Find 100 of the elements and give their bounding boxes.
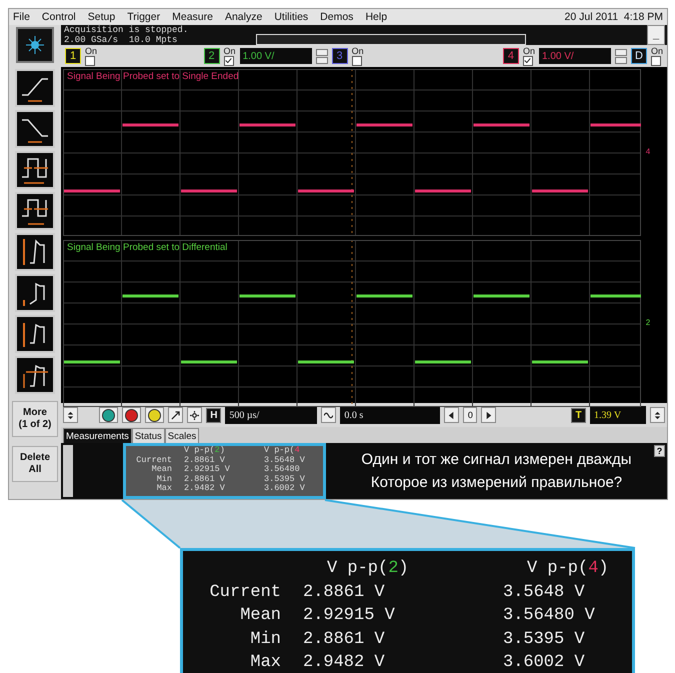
table-cell-text: 2.8861 V (302, 582, 386, 604)
table-cell-text: 3.56480 (263, 465, 301, 475)
trigger-level-field[interactable]: 1.39 V (590, 406, 646, 424)
measurement-button[interactable] (15, 69, 55, 107)
delay-field[interactable]: 0.0 s (340, 406, 440, 424)
help-button[interactable]: ? (654, 445, 665, 457)
wave-icon (324, 410, 334, 420)
scrollbar[interactable] (63, 445, 73, 497)
on-label: On (85, 46, 98, 56)
menu-item[interactable]: Control (42, 11, 76, 23)
check-icon (524, 57, 532, 64)
trigger-button[interactable]: T (571, 408, 586, 422)
on-label: On (650, 46, 663, 56)
on-checkbox[interactable] (85, 56, 95, 66)
left-arrow-icon (447, 410, 456, 420)
table-cell-text: 3.5395 V (502, 628, 586, 650)
zoom-button[interactable] (168, 407, 184, 423)
check-icon (225, 57, 232, 64)
channel-button[interactable]: 1 (65, 48, 81, 64)
coupling-button[interactable] (614, 56, 627, 64)
right-arrow-icon (484, 410, 494, 420)
on-checkbox[interactable] (224, 56, 234, 66)
menu-item[interactable]: Measure (172, 11, 213, 23)
menu-item[interactable]: Trigger (127, 11, 160, 23)
measurement-button[interactable] (15, 233, 55, 271)
diagonal-arrow-icon (171, 410, 180, 420)
wave-button[interactable] (321, 407, 336, 423)
menu-item[interactable]: File (13, 11, 30, 23)
row-label: Mean (150, 465, 172, 474)
up-down-arrows-icon (66, 410, 75, 420)
logo-icon[interactable] (16, 27, 54, 63)
column-header: V p-p(4 (263, 446, 301, 456)
question-text: Которое из измерений правильное? (370, 474, 622, 491)
color-button[interactable] (122, 407, 142, 423)
on-checkbox[interactable] (522, 56, 533, 66)
table-cell-text: 2.9482 V (302, 652, 386, 673)
coupling-button[interactable] (614, 48, 627, 56)
menu-item[interactable]: Utilities (274, 11, 308, 23)
table-cell-text: 2.9482 V (183, 484, 226, 494)
table-cell-text: 2.92915 V (302, 605, 396, 627)
row-label: Current (208, 582, 281, 604)
measurement-button[interactable] (15, 315, 55, 353)
row-label: Max (249, 652, 281, 673)
menu-item[interactable]: Analyze (224, 11, 262, 23)
coupling-button[interactable] (316, 56, 328, 64)
table-cell-text: 2.8861 V (302, 628, 386, 650)
row-label: Current (135, 456, 172, 465)
timebase-field[interactable]: 500 µs/ (225, 406, 318, 424)
row-label: Mean (239, 605, 281, 627)
channel-button[interactable]: 3 (332, 48, 348, 64)
table-cell-text: 3.5648 V (263, 456, 306, 465)
delete-all-button[interactable]: Delete All (12, 446, 58, 482)
channel-button[interactable]: D (630, 48, 647, 64)
table-cell-text: 3.6002 V (502, 652, 586, 673)
measurement-button[interactable] (15, 356, 55, 394)
measurement-button[interactable] (15, 110, 55, 148)
previous-button[interactable] (444, 407, 460, 423)
on-checkbox[interactable] (650, 56, 661, 66)
coupling-button[interactable] (316, 48, 328, 56)
channel-button[interactable]: 2 (204, 48, 220, 64)
column-header: V p-p(2) (326, 558, 410, 580)
tab[interactable]: Measurements (63, 428, 132, 443)
scale-field[interactable]: 1.00 V/ (538, 48, 611, 64)
next-button[interactable] (481, 407, 496, 423)
column-header: V p-p(2) (183, 446, 226, 456)
row-label: Min (156, 474, 172, 484)
table-cell-text: 3.56480 V (502, 605, 596, 627)
table-cell-text: 3.5648 V (502, 582, 586, 604)
tab[interactable]: Scales (164, 428, 200, 443)
menu-item[interactable]: Setup (88, 11, 116, 23)
on-label: On (522, 46, 535, 56)
row-label: Min (249, 628, 281, 650)
menu-item[interactable]: Help (365, 11, 388, 23)
row-label: Max (156, 484, 172, 494)
column-header: V p-p(4) (526, 558, 610, 580)
up-down-arrows-icon (653, 410, 662, 420)
measurement-button[interactable] (15, 151, 55, 189)
brightness-button[interactable] (187, 407, 202, 423)
table-cell-text: 3.5395 V (263, 474, 306, 484)
on-label: On (224, 46, 236, 56)
table-cell-text: 2.8861 V (183, 456, 226, 465)
menu-item[interactable]: Demos (320, 11, 354, 23)
updown-button[interactable] (63, 407, 78, 423)
color-button[interactable] (99, 407, 118, 423)
updown-button[interactable] (650, 407, 665, 423)
color-button[interactable] (145, 407, 164, 423)
scale-field[interactable]: 1.00 V/ (240, 48, 312, 64)
measurement-button[interactable] (15, 274, 55, 312)
center-button[interactable]: 0 (463, 407, 478, 423)
horizontal-button[interactable]: H (206, 408, 222, 422)
table-cell-text: 2.92915 V (183, 465, 231, 475)
sun-icon (190, 410, 200, 420)
minimize-button[interactable]: _ (647, 25, 665, 45)
on-label: On (352, 46, 364, 56)
tab[interactable]: Status (132, 428, 165, 443)
channel-button[interactable]: 4 (502, 48, 519, 64)
on-checkbox[interactable] (352, 56, 362, 66)
table-cell-text: 2.8861 V (183, 474, 226, 484)
measurement-button[interactable] (15, 192, 55, 230)
more-button[interactable]: More (1 of 2) (12, 401, 58, 437)
